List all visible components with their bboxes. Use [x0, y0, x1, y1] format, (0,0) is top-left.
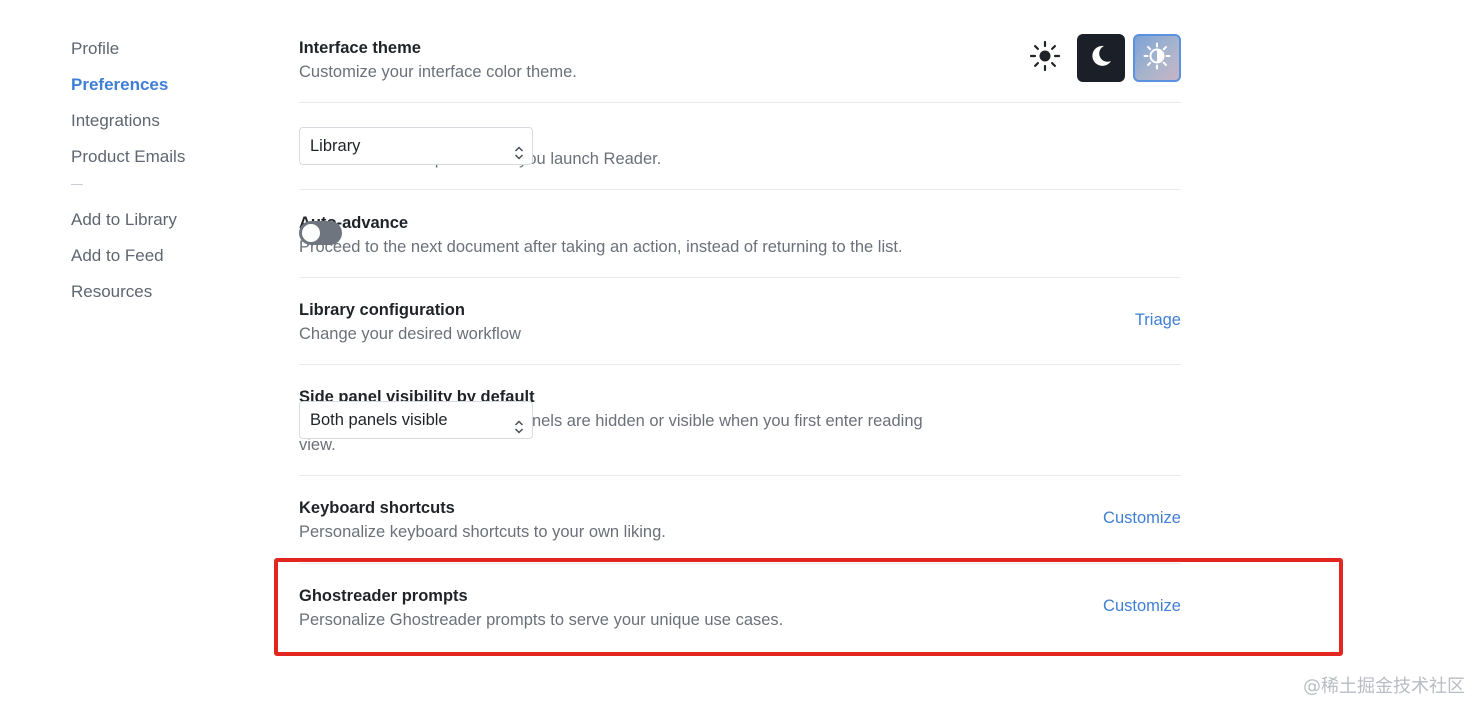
sidebar-item-integrations[interactable]: Integrations	[71, 108, 251, 144]
setting-text: Ghostreader prompts Personalize Ghostrea…	[299, 584, 939, 632]
setting-row-interface-theme: Interface theme Customize your interface…	[299, 14, 1181, 103]
settings-page: Profile Preferences Integrations Product…	[0, 0, 1473, 703]
sidebar-item-add-to-library[interactable]: Add to Library	[71, 207, 251, 243]
sidebar-item-resources[interactable]: Resources	[71, 279, 251, 315]
moon-icon	[1087, 42, 1115, 75]
side-panel-select[interactable]: Both panels visible	[299, 401, 533, 439]
library-config-link[interactable]: Triage	[1135, 311, 1181, 330]
setting-description: Personalize Ghostreader prompts to serve…	[299, 611, 784, 629]
watermark-text: @稀土掘金技术社区	[1303, 676, 1465, 697]
sidebar-divider	[71, 184, 83, 185]
dark-theme-button[interactable]	[1077, 34, 1125, 82]
toggle-knob	[302, 224, 320, 242]
setting-text: Auto-advance Proceed to the next documen…	[299, 211, 999, 259]
auto-advance-toggle[interactable]	[299, 221, 342, 245]
setting-text: Interface theme Customize your interface…	[299, 36, 939, 84]
setting-row-default-view: Default view Default view that opens whe…	[299, 103, 1181, 190]
sidebar-item-preferences[interactable]: Preferences	[71, 72, 251, 108]
setting-text: Keyboard shortcuts Personalize keyboard …	[299, 496, 939, 544]
setting-description: Customize your interface color theme.	[299, 63, 577, 81]
settings-sidebar: Profile Preferences Integrations Product…	[71, 36, 251, 315]
setting-text: Library configuration Change your desire…	[299, 298, 939, 346]
setting-row-keyboard-shortcuts: Keyboard shortcuts Personalize keyboard …	[299, 476, 1181, 564]
sidebar-item-product-emails[interactable]: Product Emails	[71, 144, 251, 180]
default-view-select[interactable]: Library	[299, 127, 533, 165]
auto-theme-button[interactable]	[1133, 34, 1181, 82]
setting-row-side-panel-visibility: Side panel visibility by default Determi…	[299, 365, 1181, 476]
sun-icon	[1028, 39, 1062, 78]
sidebar-item-profile[interactable]: Profile	[71, 36, 251, 72]
setting-row-ghostreader-prompts: Ghostreader prompts Personalize Ghostrea…	[299, 564, 1181, 652]
setting-description: Change your desired workflow	[299, 325, 521, 343]
select-value: Library	[310, 137, 361, 155]
setting-description: Proceed to the next document after takin…	[299, 238, 903, 256]
light-theme-button[interactable]	[1021, 34, 1069, 82]
setting-title: Library configuration	[299, 301, 465, 319]
auto-theme-icon	[1142, 41, 1172, 76]
setting-title: Keyboard shortcuts	[299, 499, 455, 517]
setting-title: Auto-advance	[299, 214, 409, 232]
theme-selector	[1021, 34, 1181, 82]
chevron-up-down-icon	[514, 138, 524, 174]
setting-description: Personalize keyboard shortcuts to your o…	[299, 523, 666, 541]
sidebar-item-add-to-feed[interactable]: Add to Feed	[71, 243, 251, 279]
keyboard-shortcuts-customize-link[interactable]: Customize	[1103, 509, 1181, 528]
setting-title: Interface theme	[299, 39, 421, 57]
select-value: Both panels visible	[310, 411, 448, 429]
chevron-up-down-icon	[514, 412, 524, 448]
ghostreader-customize-link[interactable]: Customize	[1103, 597, 1181, 616]
setting-title: Ghostreader prompts	[299, 587, 468, 605]
setting-row-library-configuration: Library configuration Change your desire…	[299, 278, 1181, 365]
setting-row-auto-advance: Auto-advance Proceed to the next documen…	[299, 190, 1181, 278]
preferences-list: Interface theme Customize your interface…	[299, 14, 1181, 652]
